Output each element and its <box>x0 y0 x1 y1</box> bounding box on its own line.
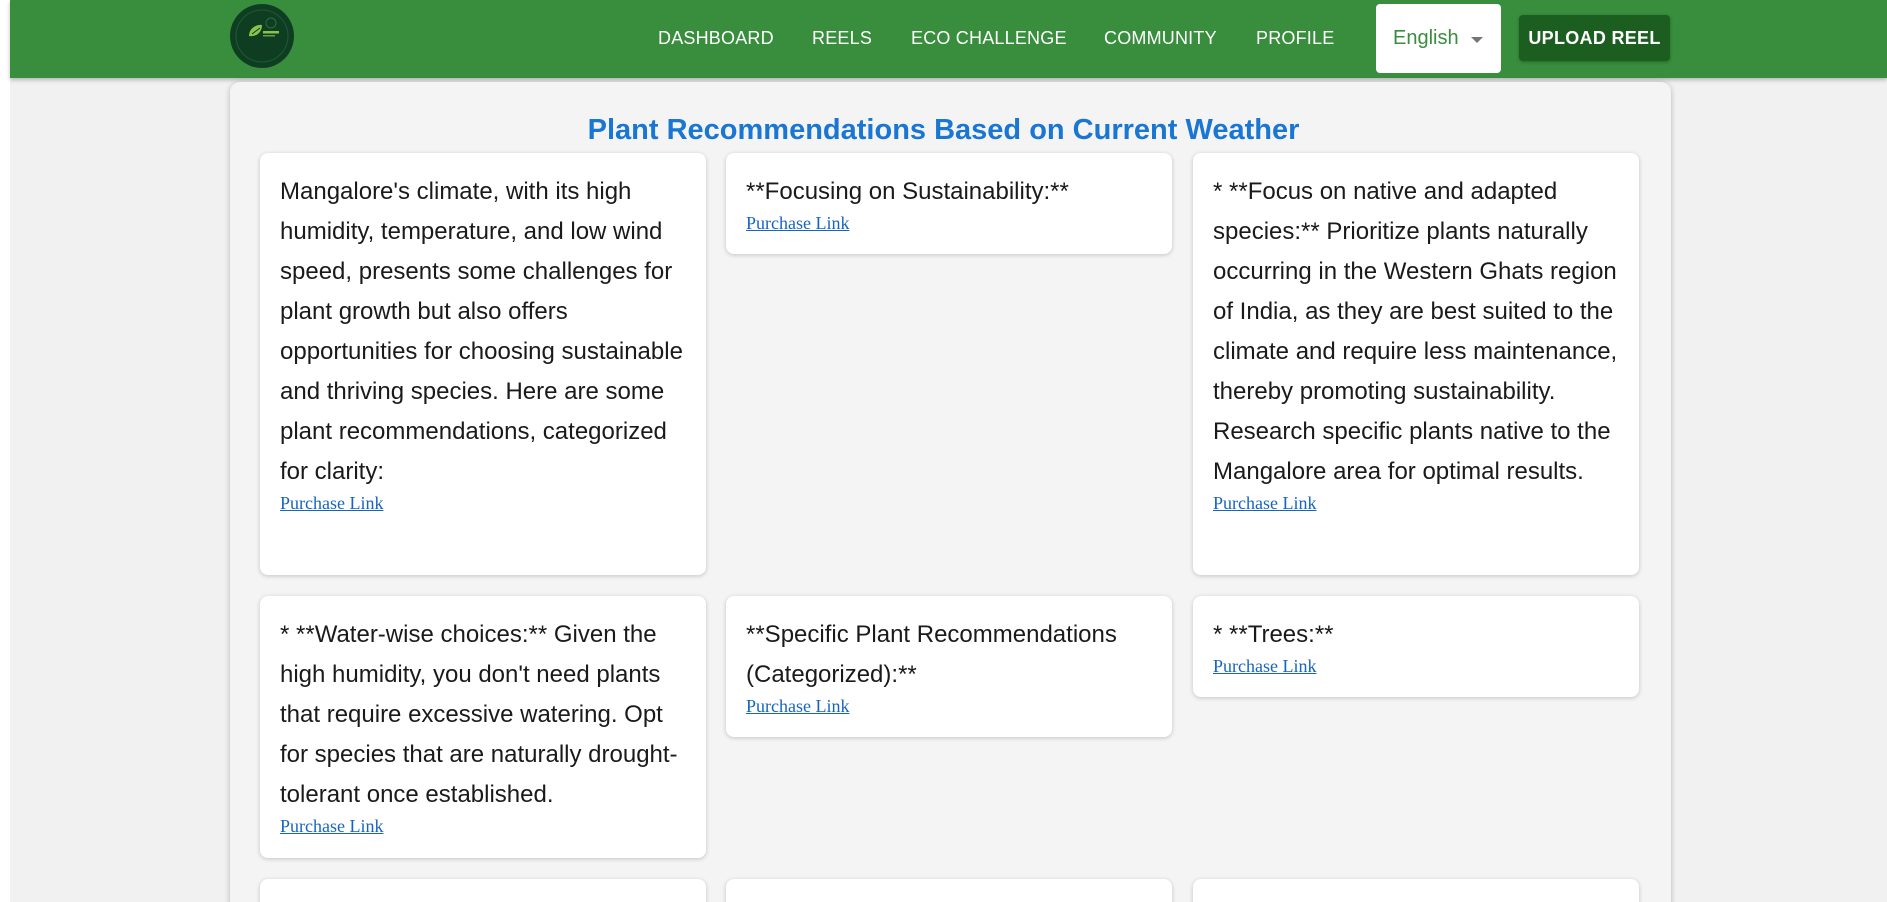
recommendation-card: * **Water-wise choices:** Given the high… <box>260 596 706 858</box>
purchase-link[interactable]: Purchase Link <box>746 212 1152 234</box>
recommendation-card <box>260 879 706 902</box>
chevron-down-icon <box>1471 37 1483 43</box>
app-logo[interactable] <box>230 4 294 68</box>
page-title: Plant Recommendations Based on Current W… <box>587 114 1300 146</box>
purchase-link[interactable]: Purchase Link <box>746 695 1152 717</box>
card-text: Mangalore's climate, with its high humid… <box>280 178 683 485</box>
recommendation-card: **Specific Plant Recommendations (Catego… <box>726 596 1172 737</box>
nav-profile[interactable]: PROFILE <box>1256 28 1334 49</box>
purchase-link[interactable]: Purchase Link <box>1213 492 1619 514</box>
nav-eco-challenge[interactable]: ECO CHALLENGE <box>911 28 1067 49</box>
recommendation-card: * **Trees:** Purchase Link <box>1193 596 1639 697</box>
card-text: **Specific Plant Recommendations (Catego… <box>746 621 1117 688</box>
purchase-link[interactable]: Purchase Link <box>280 815 686 837</box>
upload-reel-button[interactable]: UPLOAD REEL <box>1519 15 1670 61</box>
card-text: * **Focus on native and adapted species:… <box>1213 178 1618 485</box>
recommendation-card: * **Focus on native and adapted species:… <box>1193 153 1639 575</box>
card-text: * **Trees:** <box>1213 621 1334 648</box>
purchase-link[interactable]: Purchase Link <box>1213 655 1619 677</box>
card-text: **Focusing on Sustainability:** <box>746 178 1069 205</box>
recommendation-card <box>726 879 1172 902</box>
language-select[interactable]: English <box>1376 4 1501 73</box>
recommendation-card: Mangalore's climate, with its high humid… <box>260 153 706 575</box>
leaf-logo-icon <box>235 9 289 63</box>
card-text: * **Water-wise choices:** Given the high… <box>280 621 678 808</box>
nav-community[interactable]: COMMUNITY <box>1104 28 1217 49</box>
nav-reels[interactable]: REELS <box>812 28 872 49</box>
purchase-link[interactable]: Purchase Link <box>280 492 686 514</box>
recommendation-card: **Focusing on Sustainability:** Purchase… <box>726 153 1172 254</box>
language-value: English <box>1393 27 1459 49</box>
top-navbar: DASHBOARD REELS ECO CHALLENGE COMMUNITY … <box>10 0 1887 78</box>
nav-dashboard[interactable]: DASHBOARD <box>658 28 774 49</box>
recommendation-card <box>1193 879 1639 902</box>
